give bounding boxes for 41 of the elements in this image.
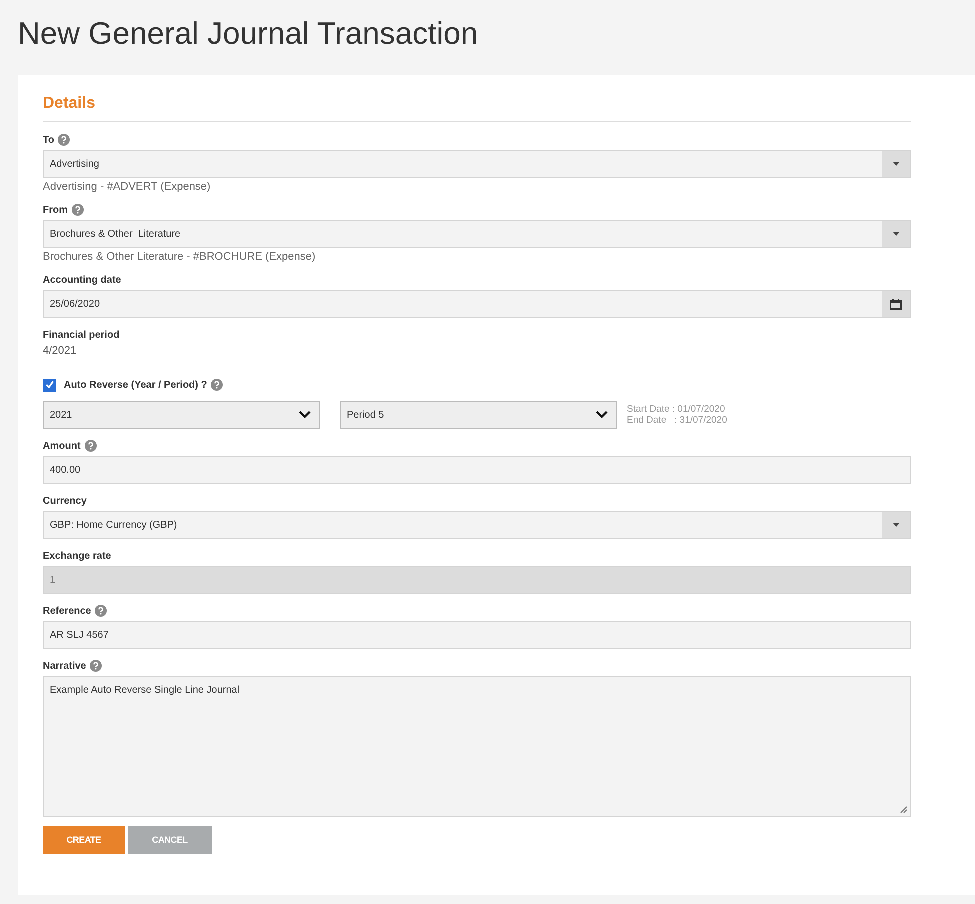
- help-icon[interactable]: [95, 605, 108, 617]
- textarea-field[interactable]: Example Auto Reverse Single Line Journal: [43, 676, 911, 817]
- start-date: Start Date : 01/07/2020: [627, 404, 726, 415]
- end-date: End Date : 31/07/2020: [627, 415, 728, 426]
- period-value: 4/2021: [43, 345, 78, 357]
- field-label: Narrative: [43, 660, 86, 672]
- chevron-icon: [299, 411, 311, 419]
- text-field[interactable]: AR SLJ 4567: [43, 621, 911, 649]
- section-title: Details: [43, 95, 911, 122]
- caret-icon: [892, 523, 900, 527]
- help-icon[interactable]: [72, 204, 84, 216]
- checkbox[interactable]: [43, 378, 56, 392]
- calendar-icon: [890, 298, 902, 310]
- dropdown-field[interactable]: Advertising: [43, 150, 911, 178]
- help-icon[interactable]: [211, 379, 224, 391]
- help-icon[interactable]: [84, 440, 97, 452]
- account-hint: Advertising - #ADVERT (Expense): [43, 181, 212, 193]
- caret-icon: [892, 162, 900, 166]
- account-hint: Brochures & Other Literature - #BROCHURE (Expense): [43, 251, 317, 263]
- help-icon[interactable]: [58, 134, 70, 146]
- help-icon[interactable]: [90, 660, 102, 672]
- resize-grip-icon[interactable]: [900, 806, 908, 814]
- text-field[interactable]: 400.00: [43, 456, 911, 484]
- dropdown-field[interactable]: Brochures & Other Literature: [43, 220, 911, 248]
- field-label: Exchange rate: [43, 550, 112, 562]
- field-label: Accounting date: [43, 274, 122, 286]
- date-field[interactable]: 25/06/2020: [43, 290, 911, 318]
- caret-icon: [892, 232, 900, 236]
- readonly-field: 1: [43, 566, 911, 594]
- year-dropdown[interactable]: 2021: [43, 401, 320, 429]
- field-label: To: [43, 134, 54, 146]
- page-title: New General Journal Transaction: [18, 15, 478, 52]
- field-label: Financial period: [43, 330, 120, 340]
- dropdown-field[interactable]: GBP: Home Currency (GBP): [43, 511, 911, 539]
- field-label: From: [43, 204, 68, 216]
- chevron-icon: [596, 411, 608, 419]
- period-dropdown[interactable]: Period 5: [340, 401, 617, 429]
- field-label: Amount: [43, 440, 81, 452]
- checkbox-label: Auto Reverse (Year / Period) ?: [64, 380, 208, 390]
- field-label: Currency: [43, 496, 87, 506]
- field-label: Reference: [43, 606, 92, 616]
